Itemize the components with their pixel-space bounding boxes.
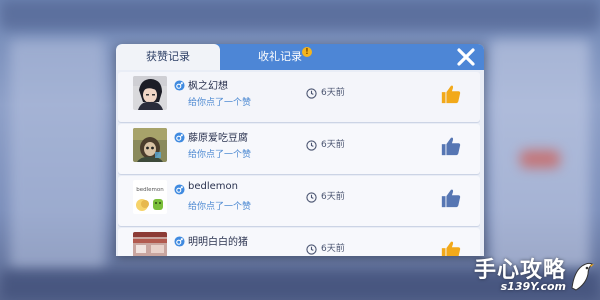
watermark-url: s139Y.com xyxy=(500,280,566,293)
like-message: 给你点了一个赞 xyxy=(188,150,252,160)
tab-likes-record[interactable]: 获赞记录 xyxy=(116,44,220,70)
male-icon xyxy=(174,132,185,143)
list-item: 明明白白的猪 6天前 xyxy=(118,228,480,256)
thumbs-up-icon[interactable] xyxy=(440,83,462,105)
sender-name: 藤原爱吃豆腐 xyxy=(188,133,248,144)
thumbs-up-icon[interactable] xyxy=(440,187,462,209)
avatar-text: bedlemon xyxy=(136,187,164,193)
time-ago: 6天前 xyxy=(321,140,345,150)
avatar xyxy=(133,232,167,256)
clock-icon xyxy=(306,140,317,151)
clock-icon xyxy=(306,244,317,255)
list-item: 枫之幻想 给你点了一个赞 6天前 xyxy=(118,72,480,122)
clock-icon xyxy=(306,88,317,99)
avatar: bedlemon xyxy=(133,180,167,214)
likes-record-dialog: 获赞记录 收礼记录 ! 枫之幻想 给你点了一个赞 6天前 藤原爱吃豆腐 给你点了… xyxy=(116,44,484,256)
thumbs-up-icon[interactable] xyxy=(440,135,462,157)
avatar xyxy=(133,128,167,162)
bird-logo-icon xyxy=(571,262,594,291)
male-icon xyxy=(174,184,185,195)
time-ago: 6天前 xyxy=(321,244,345,254)
background-left-panel xyxy=(10,40,105,270)
time-ago: 6天前 xyxy=(321,88,345,98)
records-list[interactable]: 枫之幻想 给你点了一个赞 6天前 藤原爱吃豆腐 给你点了一个赞 6天前 bedl… xyxy=(116,70,484,256)
tab-bar: 获赞记录 收礼记录 ! xyxy=(116,44,484,70)
list-item: bedlemon bedlemon 给你点了一个赞 6天前 xyxy=(118,176,480,226)
male-icon xyxy=(174,80,185,91)
site-watermark: 手心攻略 s139Y.com xyxy=(454,252,594,298)
sender-name: 枫之幻想 xyxy=(188,81,228,92)
background-red-element xyxy=(520,150,560,168)
list-item: 藤原爱吃豆腐 给你点了一个赞 6天前 xyxy=(118,124,480,174)
sender-name: bedlemon xyxy=(188,181,238,192)
time-ago: 6天前 xyxy=(321,192,345,202)
close-icon[interactable] xyxy=(456,47,476,67)
notification-badge: ! xyxy=(302,47,312,57)
like-message: 给你点了一个赞 xyxy=(188,98,252,108)
avatar xyxy=(133,76,167,110)
clock-icon xyxy=(306,192,317,203)
sender-name: 明明白白的猪 xyxy=(188,237,248,248)
male-icon xyxy=(174,236,185,247)
background-top-band xyxy=(0,0,600,30)
tab-gifts-record[interactable]: 收礼记录 xyxy=(220,44,340,70)
like-message: 给你点了一个赞 xyxy=(188,202,252,212)
